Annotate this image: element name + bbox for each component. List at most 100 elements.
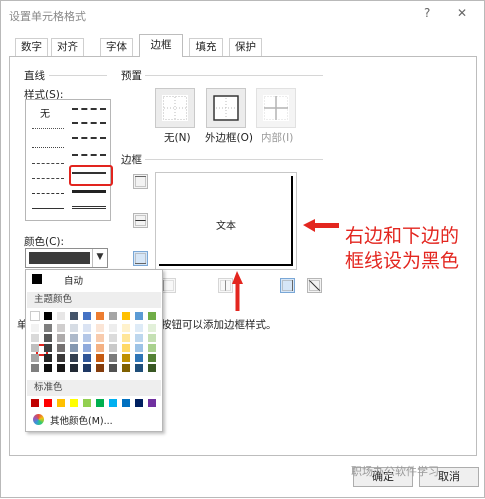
auto-color-swatch[interactable]: [32, 274, 42, 284]
line-style-thick[interactable]: [72, 190, 106, 193]
theme-shade-swatch[interactable]: [57, 324, 65, 332]
line-style-dash-dot-dot[interactable]: [32, 163, 64, 164]
theme-shade-swatch[interactable]: [135, 344, 143, 352]
theme-shade-swatch[interactable]: [135, 364, 143, 372]
border-middle-vertical-button[interactable]: [218, 278, 233, 293]
theme-shade-swatch[interactable]: [57, 354, 65, 362]
tab-font[interactable]: 字体: [100, 38, 133, 56]
theme-shade-swatch[interactable]: [109, 364, 117, 372]
theme-color-swatch[interactable]: [148, 312, 156, 320]
standard-color-swatch[interactable]: [148, 399, 156, 407]
standard-color-swatch[interactable]: [122, 399, 130, 407]
theme-shade-swatch[interactable]: [57, 364, 65, 372]
line-style-hair[interactable]: [32, 128, 64, 129]
standard-color-swatch[interactable]: [31, 399, 39, 407]
line-style-medium-dashed[interactable]: [72, 154, 106, 156]
border-middle-horizontal-button[interactable]: [133, 213, 148, 228]
line-style-dashed[interactable]: [32, 193, 64, 194]
theme-color-swatch[interactable]: [44, 312, 52, 320]
standard-color-swatch[interactable]: [83, 399, 91, 407]
theme-shade-swatch[interactable]: [83, 344, 91, 352]
theme-shade-swatch[interactable]: [31, 354, 39, 362]
tab-protection[interactable]: 保护: [229, 38, 262, 56]
theme-shade-swatch[interactable]: [44, 364, 52, 372]
theme-shade-swatch[interactable]: [109, 324, 117, 332]
line-style-none[interactable]: 无: [40, 105, 50, 120]
theme-shade-swatch[interactable]: [31, 344, 39, 352]
theme-shade-swatch[interactable]: [83, 324, 91, 332]
theme-shade-swatch[interactable]: [70, 344, 78, 352]
theme-shade-swatch[interactable]: [122, 334, 130, 342]
preset-inside-button[interactable]: [256, 88, 296, 128]
preset-none-button[interactable]: [155, 88, 195, 128]
theme-shade-swatch[interactable]: [96, 324, 104, 332]
theme-shade-swatch[interactable]: [44, 354, 52, 362]
theme-shade-swatch[interactable]: [122, 354, 130, 362]
border-left-button[interactable]: [161, 278, 176, 293]
tab-fill[interactable]: 填充: [189, 38, 223, 56]
theme-shade-swatch[interactable]: [96, 334, 104, 342]
line-style-slant-dash-dot[interactable]: [72, 122, 106, 124]
theme-shade-swatch[interactable]: [122, 364, 130, 372]
theme-shade-swatch[interactable]: [135, 324, 143, 332]
theme-shade-swatch[interactable]: [83, 334, 91, 342]
theme-shade-swatch[interactable]: [109, 334, 117, 342]
line-color-dropdown[interactable]: ▼: [25, 248, 108, 268]
theme-shade-swatch[interactable]: [148, 364, 156, 372]
theme-shade-swatch[interactable]: [31, 334, 39, 342]
theme-shade-swatch[interactable]: [96, 344, 104, 352]
chevron-down-icon[interactable]: ▼: [92, 249, 107, 267]
theme-shade-swatch[interactable]: [31, 364, 39, 372]
standard-color-swatch[interactable]: [57, 399, 65, 407]
theme-shade-swatch[interactable]: [122, 344, 130, 352]
theme-shade-swatch[interactable]: [109, 354, 117, 362]
close-button[interactable]: ✕: [457, 6, 467, 20]
tab-number[interactable]: 数字: [15, 38, 48, 56]
auto-color-option[interactable]: 自动: [64, 273, 83, 287]
theme-shade-swatch[interactable]: [135, 334, 143, 342]
line-style-thin[interactable]: [32, 208, 64, 209]
line-style-list[interactable]: 无: [25, 99, 111, 221]
theme-shade-swatch[interactable]: [148, 354, 156, 362]
theme-color-swatch[interactable]: [83, 312, 91, 320]
theme-shade-swatch[interactable]: [44, 324, 52, 332]
theme-shade-swatch[interactable]: [57, 334, 65, 342]
line-style-medium-dash-dot[interactable]: [72, 137, 106, 139]
theme-shade-swatch[interactable]: [148, 344, 156, 352]
theme-shade-swatch[interactable]: [83, 364, 91, 372]
border-top-button[interactable]: [133, 174, 148, 189]
theme-shade-swatch[interactable]: [70, 354, 78, 362]
border-diagonal-down-button[interactable]: [307, 278, 322, 293]
line-style-dotted[interactable]: [32, 147, 64, 148]
theme-color-swatch[interactable]: [70, 312, 78, 320]
standard-color-swatch[interactable]: [44, 399, 52, 407]
theme-shade-swatch[interactable]: [70, 364, 78, 372]
theme-color-swatch[interactable]: [57, 312, 65, 320]
theme-shade-swatch[interactable]: [96, 354, 104, 362]
theme-color-swatch[interactable]: [30, 311, 40, 321]
line-style-dash-dot[interactable]: [32, 178, 64, 179]
theme-color-swatch[interactable]: [96, 312, 104, 320]
border-right-button[interactable]: [280, 278, 295, 293]
theme-shade-swatch[interactable]: [96, 364, 104, 372]
standard-color-swatch[interactable]: [70, 399, 78, 407]
standard-color-swatch[interactable]: [96, 399, 104, 407]
theme-shade-swatch[interactable]: [31, 324, 39, 332]
border-preview-area[interactable]: 文本: [155, 172, 297, 270]
theme-shade-swatch[interactable]: [148, 324, 156, 332]
theme-shade-swatch[interactable]: [57, 344, 65, 352]
theme-shade-swatch[interactable]: [135, 354, 143, 362]
theme-shade-swatch[interactable]: [44, 344, 52, 352]
theme-shade-swatch[interactable]: [122, 324, 130, 332]
line-style-double[interactable]: [72, 206, 106, 209]
theme-shade-swatch[interactable]: [70, 324, 78, 332]
theme-color-swatch[interactable]: [122, 312, 130, 320]
theme-color-swatch[interactable]: [109, 312, 117, 320]
standard-color-swatch[interactable]: [109, 399, 117, 407]
theme-shade-swatch[interactable]: [148, 334, 156, 342]
theme-color-swatch[interactable]: [135, 312, 143, 320]
help-button[interactable]: ?: [424, 6, 430, 20]
theme-shade-swatch[interactable]: [44, 334, 52, 342]
border-bottom-button[interactable]: [133, 251, 148, 266]
standard-color-swatch[interactable]: [135, 399, 143, 407]
